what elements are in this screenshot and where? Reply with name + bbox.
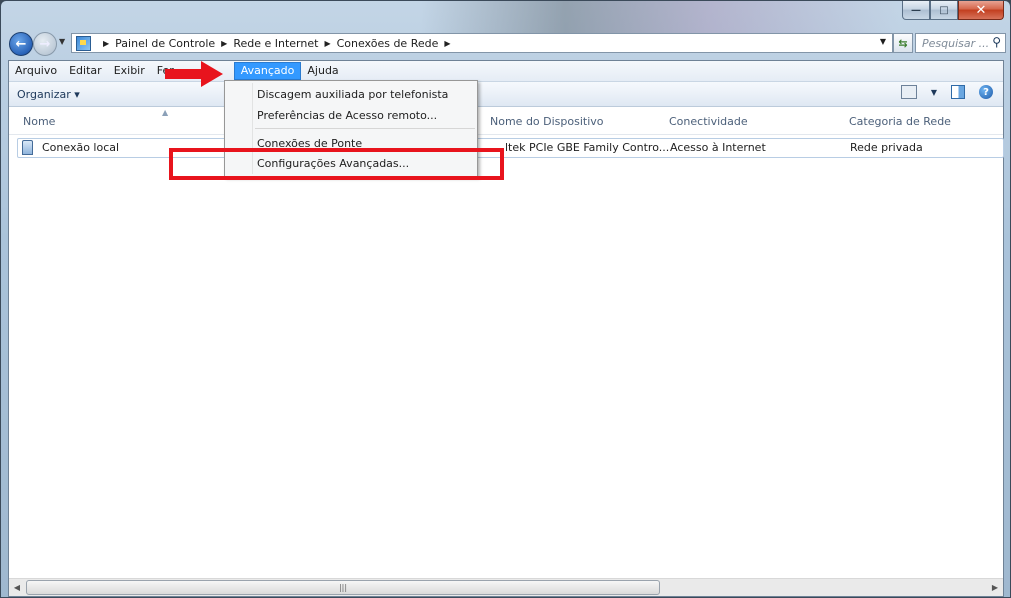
command-bar: Organizar ▾ ▼ ? xyxy=(9,82,1003,107)
back-button[interactable]: ← xyxy=(9,32,33,56)
column-header-conectividade[interactable]: Conectividade xyxy=(669,115,748,128)
highlight-box xyxy=(169,148,504,180)
caption-buttons: — □ ✕ xyxy=(902,1,1004,20)
scrollbar-thumb[interactable]: ||| xyxy=(26,580,660,595)
navigation-row: ← → ▼ ▶ Painel de Controle ▶ Rede e Inte… xyxy=(9,32,1006,56)
network-adapter-icon xyxy=(22,140,33,155)
menu-ajuda[interactable]: Ajuda xyxy=(301,62,344,80)
breadcrumb-separator-icon[interactable]: ▶ xyxy=(103,39,109,48)
menu-avancado[interactable]: Avançado xyxy=(233,62,302,80)
connection-device: ltek PCIe GBE Family Contro... xyxy=(505,141,670,154)
connection-connectivity: Acesso à Internet xyxy=(670,141,766,154)
glass-reflection xyxy=(421,1,901,35)
sort-ascending-icon: ▲ xyxy=(162,108,169,117)
column-headers: Nome ▲ Nome do Dispositivo Conectividade… xyxy=(9,108,1003,135)
column-header-categoria-de-rede[interactable]: Categoria de Rede xyxy=(849,115,951,128)
horizontal-scrollbar[interactable]: ◀ ||| ▶ xyxy=(9,578,1003,596)
search-placeholder: Pesquisar ... xyxy=(922,36,990,50)
menu-exibir[interactable]: Exibir xyxy=(108,62,151,80)
breadcrumb-painel-de-controle[interactable]: Painel de Controle xyxy=(115,37,215,50)
grip-icon: ||| xyxy=(338,583,348,592)
red-arrow-icon xyxy=(165,61,223,87)
maximize-button[interactable]: □ xyxy=(930,1,958,20)
close-button[interactable]: ✕ xyxy=(958,1,1004,20)
column-header-nome-do-dispositivo[interactable]: Nome do Dispositivo xyxy=(490,115,604,128)
menu-item-preferencias-acesso-remoto[interactable]: Preferências de Acesso remoto... xyxy=(257,109,437,122)
menu-arquivo[interactable]: Arquivo xyxy=(9,62,63,80)
explorer-content: Arquivo Editar Exibir Fer Avançado Ajuda… xyxy=(8,60,1004,597)
change-view-icon[interactable] xyxy=(900,85,917,99)
menu-editar[interactable]: Editar xyxy=(63,62,108,80)
search-input[interactable]: Pesquisar ... ⚲ xyxy=(915,33,1006,53)
refresh-button[interactable]: ⇆ xyxy=(893,33,913,53)
minimize-button[interactable]: — xyxy=(902,1,930,20)
forward-arrow-icon: → xyxy=(39,36,51,52)
connection-name: Conexão local xyxy=(42,141,120,154)
breadcrumb-separator-icon[interactable]: ▶ xyxy=(444,39,450,48)
column-header-nome[interactable]: Nome xyxy=(23,115,55,128)
preview-pane-icon[interactable] xyxy=(951,85,965,99)
breadcrumb-rede-e-internet[interactable]: Rede e Internet xyxy=(233,37,318,50)
connection-category: Rede privada xyxy=(850,141,923,154)
scroll-left-icon[interactable]: ◀ xyxy=(9,579,25,595)
forward-button[interactable]: → xyxy=(33,32,57,56)
window-frame: — □ ✕ ← → ▼ ▶ Painel de Controle ▶ Rede … xyxy=(0,0,1011,598)
address-bar[interactable]: ▶ Painel de Controle ▶ Rede e Internet ▶… xyxy=(71,33,893,53)
menu-item-discagem-auxiliada[interactable]: Discagem auxiliada por telefonista xyxy=(257,88,448,101)
view-dropdown-icon[interactable]: ▼ xyxy=(931,88,937,97)
menu-bar: Arquivo Editar Exibir Fer Avançado Ajuda xyxy=(9,61,1003,82)
search-icon[interactable]: ⚲ xyxy=(992,35,1001,49)
view-controls: ▼ ? xyxy=(900,85,993,99)
breadcrumb-separator-icon[interactable]: ▶ xyxy=(324,39,330,48)
breadcrumb-conexoes-de-rede[interactable]: Conexões de Rede xyxy=(337,37,439,50)
menu-separator xyxy=(255,128,475,129)
back-arrow-icon: ← xyxy=(15,36,27,52)
history-dropdown-icon[interactable]: ▼ xyxy=(59,37,65,46)
refresh-icon: ⇆ xyxy=(898,36,908,50)
scroll-right-icon[interactable]: ▶ xyxy=(987,579,1003,595)
control-panel-icon xyxy=(76,35,91,51)
organize-button[interactable]: Organizar ▾ xyxy=(17,88,80,101)
address-dropdown-icon[interactable]: ▼ xyxy=(880,37,886,46)
breadcrumb-separator-icon[interactable]: ▶ xyxy=(221,39,227,48)
help-icon[interactable]: ? xyxy=(979,85,993,99)
table-row[interactable]: Conexão local ltek PCIe GBE Family Contr… xyxy=(17,138,1004,158)
